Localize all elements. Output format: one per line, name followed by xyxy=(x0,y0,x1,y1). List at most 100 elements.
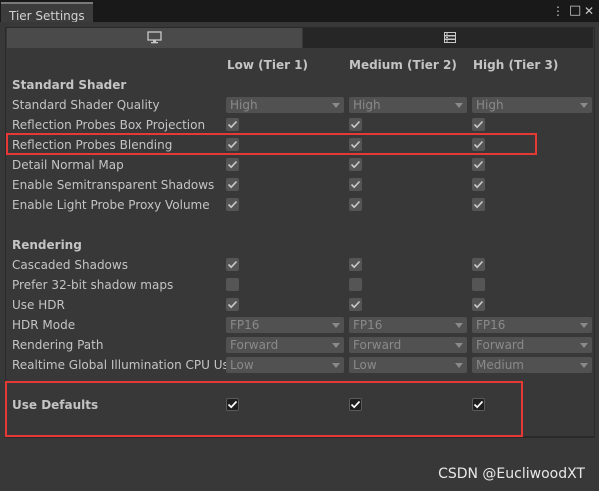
monitor-icon xyxy=(147,31,162,44)
chevron-down-icon xyxy=(455,323,463,328)
reflection-probes-box-projection-checkbox-medium[interactable] xyxy=(349,118,362,131)
rendering-path-dropdown-medium[interactable]: Forward xyxy=(349,337,467,353)
enable-light-probe-proxy-volume-checkbox-high[interactable] xyxy=(472,198,485,211)
enable-semitransparent-shadows-checkbox-low[interactable] xyxy=(226,178,239,191)
row-label-enable-semitransparent-shadows: Enable Semitransparent Shadows xyxy=(12,178,215,192)
checkmark-icon xyxy=(350,160,361,169)
enable-light-probe-proxy-volume-checkbox-low[interactable] xyxy=(226,198,239,211)
tier-header-low: Low (Tier 1) xyxy=(227,58,309,72)
reflection-probes-box-projection-checkbox-high[interactable] xyxy=(472,118,485,131)
close-icon[interactable]: ✕ xyxy=(584,4,594,18)
menu-icon[interactable]: ⋮ xyxy=(552,4,564,18)
dropdown-value: Low xyxy=(353,358,377,372)
enable-semitransparent-shadows-checkbox-high[interactable] xyxy=(472,178,485,191)
checkmark-icon xyxy=(473,300,484,309)
hdr-mode-dropdown-medium[interactable]: FP16 xyxy=(349,317,467,333)
tier-header-high: High (Tier 3) xyxy=(473,58,559,72)
cascaded-shadows-checkbox-low[interactable] xyxy=(226,258,239,271)
checkmark-icon xyxy=(227,300,238,309)
dropdown-value: FP16 xyxy=(476,318,506,332)
row-label-prefer-32-bit-shadow-maps: Prefer 32-bit shadow maps xyxy=(12,278,174,292)
chevron-down-icon xyxy=(332,103,340,108)
checkmark-icon xyxy=(473,160,484,169)
row-label-detail-normal-map: Detail Normal Map xyxy=(12,158,124,172)
dropdown-value: Forward xyxy=(353,338,402,352)
use-hdr-checkbox-medium[interactable] xyxy=(349,298,362,311)
enable-semitransparent-shadows-checkbox-medium[interactable] xyxy=(349,178,362,191)
reflection-probes-box-projection-checkbox-low[interactable] xyxy=(226,118,239,131)
realtime-global-illumination-cpu-usa-dropdown-high[interactable]: Medium xyxy=(472,357,592,373)
row-label-reflection-probes-box-projection: Reflection Probes Box Projection xyxy=(12,118,206,132)
dropdown-value: Forward xyxy=(230,338,279,352)
chevron-down-icon xyxy=(580,363,588,368)
highlight-box-reflection-blending xyxy=(6,133,537,155)
checkmark-icon xyxy=(227,260,238,269)
prefer-32-bit-shadow-maps-checkbox-high[interactable] xyxy=(472,278,485,291)
tab-standalone-platform[interactable] xyxy=(7,28,302,48)
chevron-down-icon xyxy=(332,363,340,368)
chevron-down-icon xyxy=(455,103,463,108)
checkmark-icon xyxy=(350,300,361,309)
chevron-down-icon xyxy=(580,323,588,328)
checkmark-icon xyxy=(473,120,484,129)
dropdown-value: Medium xyxy=(476,358,524,372)
detail-normal-map-checkbox-medium[interactable] xyxy=(349,158,362,171)
dropdown-value: FP16 xyxy=(353,318,383,332)
row-label-enable-light-probe-proxy-volume: Enable Light Probe Proxy Volume xyxy=(12,198,210,212)
row-label-cascaded-shadows: Cascaded Shadows xyxy=(12,258,128,272)
detail-normal-map-checkbox-high[interactable] xyxy=(472,158,485,171)
row-label-realtime-global-illumination-cpu-usa: Realtime Global Illumination CPU Usa xyxy=(12,358,237,372)
use-hdr-checkbox-low[interactable] xyxy=(226,298,239,311)
hdr-mode-dropdown-high[interactable]: FP16 xyxy=(472,317,592,333)
use-hdr-checkbox-high[interactable] xyxy=(472,298,485,311)
hdr-mode-dropdown-low[interactable]: FP16 xyxy=(226,317,344,333)
prefer-32-bit-shadow-maps-checkbox-medium[interactable] xyxy=(349,278,362,291)
standard-shader-quality-dropdown-medium[interactable]: High xyxy=(349,97,467,113)
watermark: CSDN @EucliwoodXT xyxy=(438,466,585,482)
row-label-rendering-path: Rendering Path xyxy=(12,338,104,352)
chevron-down-icon xyxy=(332,343,340,348)
detail-normal-map-checkbox-low[interactable] xyxy=(226,158,239,171)
section-title-standard-shader: Standard Shader xyxy=(12,78,127,92)
rendering-path-dropdown-low[interactable]: Forward xyxy=(226,337,344,353)
checkmark-icon xyxy=(350,180,361,189)
tab-tier-settings[interactable]: Tier Settings xyxy=(1,2,93,23)
frame-bottom-border xyxy=(5,437,595,438)
chevron-down-icon xyxy=(455,363,463,368)
tab-title: Tier Settings xyxy=(9,9,85,23)
checkmark-icon xyxy=(350,200,361,209)
checkmark-icon xyxy=(473,180,484,189)
checkmark-icon xyxy=(473,260,484,269)
standard-shader-quality-dropdown-low[interactable]: High xyxy=(226,97,344,113)
chevron-down-icon xyxy=(332,323,340,328)
checkmark-icon xyxy=(473,200,484,209)
checkmark-icon xyxy=(350,260,361,269)
chevron-down-icon xyxy=(455,343,463,348)
chevron-down-icon xyxy=(580,343,588,348)
row-label-standard-shader-quality: Standard Shader Quality xyxy=(12,98,160,112)
dropdown-value: Forward xyxy=(476,338,525,352)
checkmark-icon xyxy=(227,180,238,189)
tier-header-medium: Medium (Tier 2) xyxy=(349,58,457,72)
chevron-down-icon xyxy=(580,103,588,108)
checkmark-icon xyxy=(227,160,238,169)
realtime-global-illumination-cpu-usa-dropdown-medium[interactable]: Low xyxy=(349,357,467,373)
dropdown-value: Low xyxy=(230,358,254,372)
rendering-path-dropdown-high[interactable]: Forward xyxy=(472,337,592,353)
cascaded-shadows-checkbox-medium[interactable] xyxy=(349,258,362,271)
standard-shader-quality-dropdown-high[interactable]: High xyxy=(472,97,592,113)
row-label-hdr-mode: HDR Mode xyxy=(12,318,76,332)
dropdown-value: FP16 xyxy=(230,318,260,332)
tab-server-platform[interactable] xyxy=(303,28,593,48)
dropdown-value: High xyxy=(230,98,258,112)
prefer-32-bit-shadow-maps-checkbox-low[interactable] xyxy=(226,278,239,291)
dropdown-value: High xyxy=(476,98,504,112)
cascaded-shadows-checkbox-high[interactable] xyxy=(472,258,485,271)
realtime-global-illumination-cpu-usa-dropdown-low[interactable]: Low xyxy=(226,357,344,373)
server-icon xyxy=(444,32,456,43)
checkmark-icon xyxy=(227,120,238,129)
checkmark-icon xyxy=(227,200,238,209)
enable-light-probe-proxy-volume-checkbox-medium[interactable] xyxy=(349,198,362,211)
maximize-icon[interactable]: □ xyxy=(569,4,581,18)
row-label-use-hdr: Use HDR xyxy=(12,298,65,312)
